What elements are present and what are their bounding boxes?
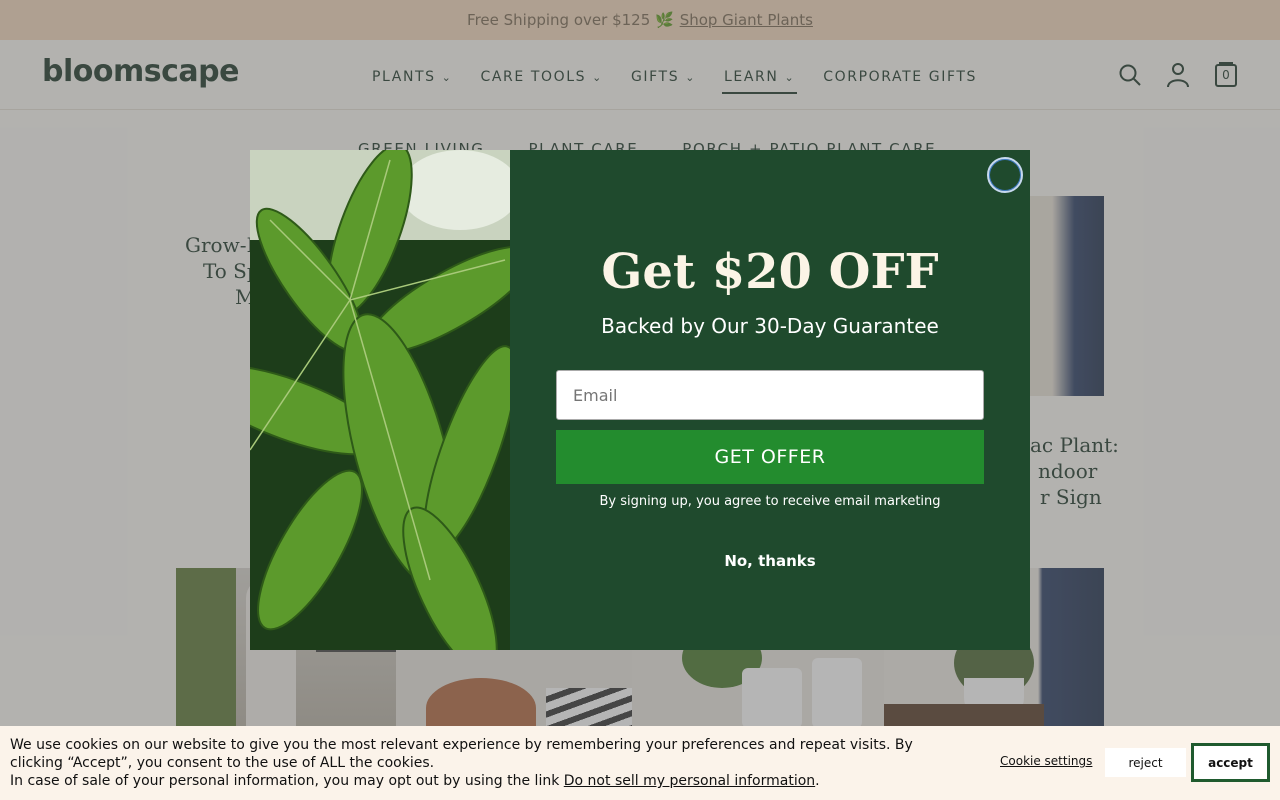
- modal-content: Get $20 OFF Backed by Our 30-Day Guarant…: [510, 150, 1030, 650]
- money-tree-leaves-image: [250, 150, 510, 650]
- close-button[interactable]: [987, 157, 1023, 193]
- get-offer-button[interactable]: GET OFFER: [556, 430, 984, 484]
- modal-subtitle: Backed by Our 30-Day Guarantee: [601, 314, 939, 338]
- email-field[interactable]: [556, 370, 984, 420]
- do-not-sell-link[interactable]: Do not sell my personal information: [564, 773, 815, 789]
- modal-title: Get $20 OFF: [601, 244, 939, 300]
- cookie-message: We use cookies on our website to give yo…: [10, 736, 970, 790]
- cookie-line-2: In case of sale of your personal informa…: [10, 773, 820, 789]
- cookie-settings-link[interactable]: Cookie settings: [1000, 754, 1092, 768]
- reject-button[interactable]: reject: [1105, 748, 1186, 777]
- discount-modal: Get $20 OFF Backed by Our 30-Day Guarant…: [250, 150, 1030, 650]
- plant-photo: [250, 150, 510, 650]
- cookie-line-1: We use cookies on our website to give yo…: [10, 737, 913, 771]
- accept-button[interactable]: accept: [1191, 743, 1270, 782]
- signup-disclaimer: By signing up, you agree to receive emai…: [599, 494, 941, 509]
- no-thanks-link[interactable]: No, thanks: [510, 552, 1030, 570]
- cookie-banner: We use cookies on our website to give yo…: [0, 726, 1280, 800]
